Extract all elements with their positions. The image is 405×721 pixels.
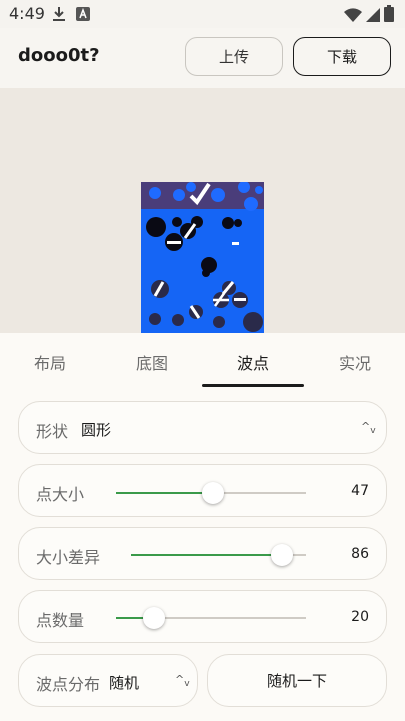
status-bar: 4:49: [0, 0, 405, 28]
dot-size-control: 点大小 47: [18, 464, 387, 517]
dot-count-value: 20: [351, 609, 369, 625]
download-notification-icon: [52, 6, 66, 26]
dot-count-thumb[interactable]: [143, 607, 165, 629]
randomize-label: 随机一下: [266, 672, 327, 690]
tab-live-preview[interactable]: 实况: [315, 350, 395, 374]
wifi-icon: [344, 7, 362, 26]
select-chevrons-icon: ^v: [175, 673, 190, 690]
tab-base-image[interactable]: 底图: [112, 350, 192, 374]
tab-polka-dots[interactable]: 波点: [213, 350, 293, 374]
app-bar: dooo0t? 上传 下载: [0, 28, 405, 88]
download-button[interactable]: 下载: [293, 37, 391, 76]
status-time: 4:49: [9, 4, 45, 23]
dot-size-fill: [116, 492, 213, 494]
shape-select[interactable]: 形状 圆形 ^v: [18, 401, 387, 454]
size-variance-thumb[interactable]: [270, 544, 293, 566]
distribution-label: 波点分布: [36, 675, 101, 694]
dot-size-slider[interactable]: [116, 482, 306, 504]
dot-count-slider[interactable]: [116, 607, 306, 629]
dot-size-thumb[interactable]: [201, 482, 224, 504]
tab-bar: 布局 底图 波点 实况: [0, 333, 405, 387]
tab-indicator: [202, 384, 304, 387]
upload-button[interactable]: 上传: [185, 37, 283, 76]
size-variance-control: 大小差异 86: [18, 527, 387, 580]
tab-layout[interactable]: 布局: [10, 350, 90, 374]
dot-size-value: 47: [351, 483, 369, 499]
size-variance-slider[interactable]: [131, 544, 306, 566]
dot-size-label: 点大小: [36, 485, 85, 504]
canvas-area: [0, 88, 405, 333]
size-variance-label: 大小差异: [36, 548, 101, 567]
shape-label: 形状: [36, 422, 69, 441]
app-title: dooo0t?: [18, 45, 100, 66]
app-notification-icon: [76, 6, 90, 25]
battery-icon: [384, 5, 394, 26]
distribution-value: 随机: [109, 674, 140, 692]
select-chevrons-icon: ^v: [361, 420, 376, 437]
shape-value: 圆形: [81, 421, 112, 439]
size-variance-value: 86: [351, 546, 369, 562]
signal-icon: [366, 7, 380, 26]
size-variance-fill: [131, 554, 282, 556]
settings-sheet: 布局 底图 波点 实况 形状 圆形 ^v 点大小 47 大小差异 86 点数量: [0, 333, 405, 721]
randomize-button[interactable]: 随机一下: [207, 654, 387, 707]
distribution-select[interactable]: 波点分布 随机 ^v: [18, 654, 198, 707]
dot-count-control: 点数量 20: [18, 590, 387, 643]
polka-dot-preview[interactable]: [141, 182, 264, 333]
dot-count-label: 点数量: [36, 611, 85, 630]
